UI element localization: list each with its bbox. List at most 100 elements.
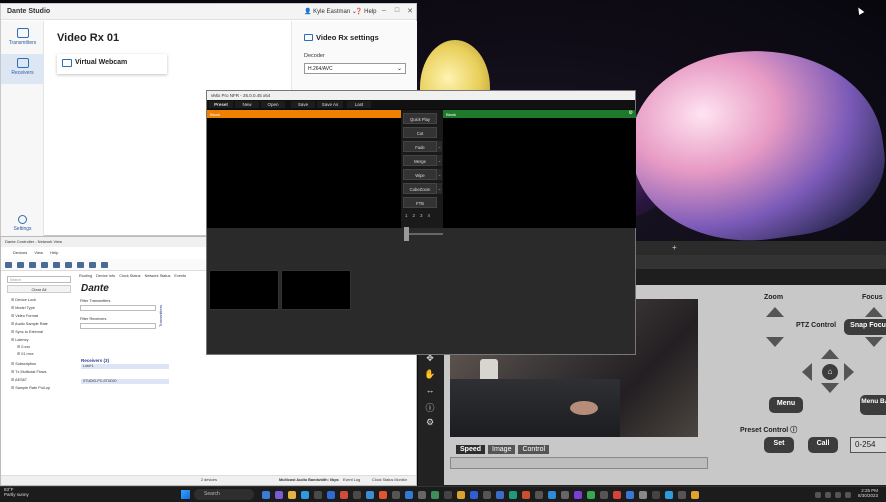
tab-network-status[interactable]: Network Status <box>145 274 171 278</box>
network-icon[interactable] <box>89 262 96 268</box>
table-row[interactable]: STUDIO-PC-STUDIO <box>81 379 169 384</box>
chevron-down-icon[interactable]: ⌄ <box>437 155 442 166</box>
app-icon[interactable] <box>470 491 478 499</box>
app-icon[interactable] <box>522 491 530 499</box>
star-icon[interactable] <box>41 262 48 268</box>
transition-2-button[interactable]: 2 <box>413 213 416 218</box>
filter-item[interactable]: Device Lock <box>11 297 36 302</box>
preset-call-button[interactable]: Call <box>808 437 838 453</box>
app-icon[interactable] <box>431 491 439 499</box>
menu-help[interactable]: Help <box>50 250 58 255</box>
preview-monitor[interactable] <box>207 118 401 228</box>
app-icon[interactable] <box>639 491 647 499</box>
app-icon[interactable] <box>405 491 413 499</box>
merge-button[interactable]: Merge <box>403 155 437 166</box>
app-icon[interactable] <box>626 491 634 499</box>
preset-set-button[interactable]: Set <box>764 437 794 453</box>
transition-1-button[interactable]: 1 <box>405 213 408 218</box>
app-icon[interactable] <box>509 491 517 499</box>
chevron-down-icon[interactable]: ⌄ <box>437 169 442 180</box>
device-card-virtual-webcam[interactable]: Virtual Webcam <box>57 54 167 74</box>
events-icon[interactable] <box>101 262 108 268</box>
app-icon[interactable] <box>535 491 543 499</box>
tilt-down-button[interactable] <box>821 383 839 393</box>
tab-speed[interactable]: Speed <box>456 445 486 454</box>
mail-icon[interactable] <box>327 491 335 499</box>
settings-icon[interactable]: ⚙ <box>629 110 633 116</box>
chevron-down-icon[interactable]: ⌄ <box>437 141 442 152</box>
hand-icon[interactable]: ✋ <box>424 369 436 379</box>
menu-devices[interactable]: Devices <box>13 250 27 255</box>
app-icon[interactable] <box>379 491 387 499</box>
menu-button[interactable]: Menu <box>769 397 803 413</box>
windows-start-icon[interactable] <box>181 490 190 499</box>
zoom-out-button[interactable] <box>766 337 784 347</box>
routing-icon[interactable] <box>17 262 24 268</box>
app-icon[interactable] <box>340 491 348 499</box>
zoom-in-button[interactable] <box>766 307 784 317</box>
info-icon[interactable]: ⓘ <box>424 401 436 413</box>
transition-3-button[interactable]: 3 <box>420 213 423 218</box>
close-button[interactable]: ✕ <box>405 7 415 15</box>
task-view-icon[interactable] <box>262 491 270 499</box>
filter-transmitters-input[interactable] <box>80 305 156 311</box>
decoder-select[interactable]: H.264/AVC ⌄ <box>304 63 406 74</box>
app-icon[interactable] <box>561 491 569 499</box>
app-icon[interactable] <box>457 491 465 499</box>
app-icon[interactable] <box>665 491 673 499</box>
app-icon[interactable] <box>600 491 608 499</box>
new-tab-button[interactable]: + <box>672 243 677 252</box>
presets-icon[interactable] <box>53 262 60 268</box>
preset-number-input[interactable]: 0-254 <box>850 437 886 453</box>
teams-icon[interactable] <box>275 491 283 499</box>
filter-item[interactable]: Model Type <box>11 305 35 310</box>
maximize-button[interactable]: □ <box>392 7 402 14</box>
wifi-icon[interactable] <box>825 492 831 498</box>
focus-far-button[interactable] <box>865 337 883 347</box>
fade-button[interactable]: Fade <box>403 141 437 152</box>
menu-preset[interactable]: Preset <box>209 101 233 108</box>
sidebar-item-transmitters[interactable]: Transmitters <box>1 24 44 54</box>
tab-control[interactable]: Control <box>518 445 550 454</box>
cut-button[interactable]: Cut <box>403 127 437 138</box>
filter-item[interactable]: Audio Sample Rate <box>11 321 48 326</box>
device-view-icon[interactable] <box>29 262 36 268</box>
filter-item[interactable]: Latency <box>11 337 28 342</box>
filter-item[interactable]: AES67 <box>11 377 27 382</box>
filter-item[interactable]: 0.xxx <box>17 344 30 349</box>
filter-search-input[interactable]: Search <box>7 276 71 283</box>
app-icon[interactable] <box>691 491 699 499</box>
transition-4-button[interactable]: 4 <box>428 213 431 218</box>
tilt-up-button[interactable] <box>821 349 839 359</box>
app-icon[interactable] <box>548 491 556 499</box>
pan-right-button[interactable] <box>844 363 854 381</box>
input-thumbnail[interactable] <box>281 270 351 310</box>
home-button[interactable]: ⌂ <box>822 364 838 380</box>
app-icon[interactable] <box>483 491 491 499</box>
event-log-button[interactable]: Event Log <box>343 478 360 482</box>
app-icon[interactable] <box>574 491 582 499</box>
taskbar-clock[interactable]: 2:25 PM 8/30/2023 <box>858 488 878 498</box>
menu-last[interactable]: Last <box>347 101 371 108</box>
clock-status-monitor-button[interactable]: Clock Status Monitor <box>372 478 407 482</box>
menu-save-as[interactable]: Save As <box>317 101 343 108</box>
tab-device-info[interactable]: Device Info <box>96 274 115 278</box>
focus-near-button[interactable] <box>865 307 883 317</box>
cubezoom-button[interactable]: CubeZoom <box>403 183 437 194</box>
vmix-taskbar-icon[interactable] <box>392 491 400 499</box>
sidebar-item-receivers[interactable]: Receivers <box>1 54 44 84</box>
user-menu[interactable]: 👤 Kyle Eastman ⌄ <box>304 8 357 15</box>
filter-item[interactable]: Tx Multicast Flows <box>11 369 46 374</box>
tab-image[interactable]: Image <box>488 445 516 454</box>
gear-icon[interactable]: ⚙ <box>424 417 436 427</box>
wipe-button[interactable]: Wipe <box>403 169 437 180</box>
app-icon[interactable] <box>613 491 621 499</box>
table-row[interactable]: Lost+1 <box>81 364 169 369</box>
filter-item[interactable]: Video Format <box>11 313 38 318</box>
filter-item[interactable]: Sync to External <box>11 329 43 334</box>
app-icon[interactable] <box>652 491 660 499</box>
minimize-button[interactable]: – <box>379 7 389 14</box>
refresh-icon[interactable] <box>5 262 12 268</box>
app-icon[interactable] <box>418 491 426 499</box>
help-menu[interactable]: ❓ Help <box>355 8 377 15</box>
